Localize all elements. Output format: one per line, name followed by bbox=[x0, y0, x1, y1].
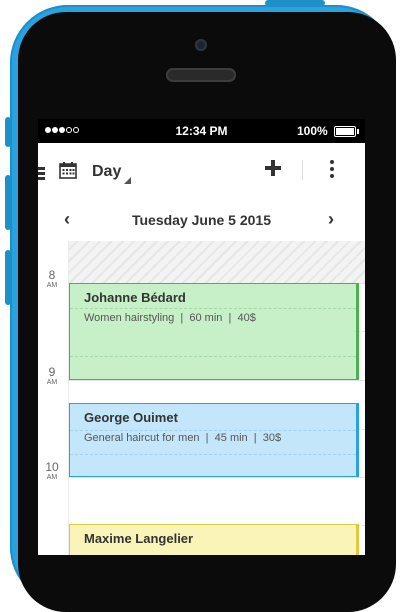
hour-line bbox=[68, 477, 365, 478]
earpiece-speaker bbox=[166, 68, 236, 82]
dropdown-caret-icon[interactable] bbox=[124, 177, 131, 184]
appointment-card[interactable]: Johanne Bédard Women hairstyling | 60 mi… bbox=[69, 283, 359, 380]
day-grid: 8 AM 9 AM 10 AM Johanne Bédard Women hairst… bbox=[38, 241, 365, 555]
battery-percent: 100% bbox=[297, 124, 328, 138]
appointment-card[interactable]: George Ouimet General haircut for men | … bbox=[69, 403, 359, 477]
front-camera bbox=[195, 39, 207, 51]
toolbar: Day bbox=[38, 143, 365, 199]
calendar-icon[interactable] bbox=[59, 162, 77, 179]
hour-label: 9 AM bbox=[46, 365, 58, 386]
date-navigation: ‹ Tuesday June 5 2015 › bbox=[38, 199, 365, 241]
hour-label: 8 AM bbox=[46, 268, 58, 289]
toolbar-divider bbox=[302, 160, 303, 180]
unavailable-time-block bbox=[68, 241, 365, 283]
appointment-client-name: Maxime Langelier bbox=[84, 531, 194, 546]
appointment-details: General haircut for men | 45 min | 30$ bbox=[84, 432, 282, 444]
add-appointment-button[interactable] bbox=[262, 157, 284, 181]
appointment-details: Women hairstyling | 60 min | 40$ bbox=[84, 312, 256, 324]
hour-line bbox=[68, 380, 365, 381]
appointment-card[interactable]: Maxime Langelier bbox=[69, 524, 359, 555]
battery-icon bbox=[334, 126, 359, 137]
plus-icon bbox=[265, 160, 281, 176]
appointment-client-name: Johanne Bédard bbox=[84, 290, 186, 305]
appointment-client-name: George Ouimet bbox=[84, 410, 178, 425]
hour-label: 10 AM bbox=[45, 460, 59, 481]
date-title: Tuesday June 5 2015 bbox=[131, 212, 272, 228]
phone-screen: 12:34 PM 100% Day ‹ Tuesday June 5 2015 bbox=[38, 119, 365, 555]
view-selector[interactable]: Day bbox=[92, 163, 121, 181]
status-bar: 12:34 PM 100% bbox=[38, 119, 365, 143]
more-vertical-icon[interactable] bbox=[329, 160, 335, 178]
menu-icon[interactable] bbox=[38, 167, 45, 180]
next-day-button[interactable]: › bbox=[328, 209, 334, 230]
